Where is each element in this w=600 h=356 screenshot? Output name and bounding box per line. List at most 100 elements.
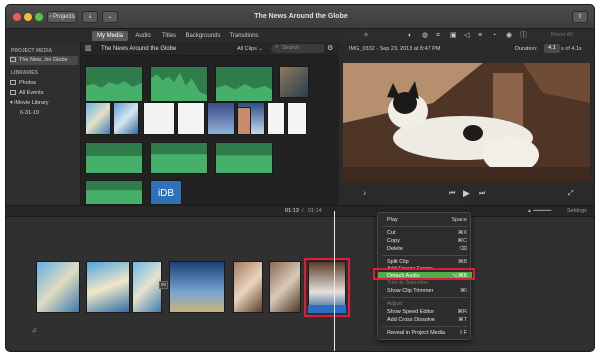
waveform [86, 190, 142, 204]
menu-item-cut[interactable]: Cut ⌘X [378, 229, 472, 237]
share-icon: ⇧ [577, 14, 583, 20]
skip-forward-icon[interactable]: ⏭ [479, 190, 485, 198]
zoom-window-button[interactable] [35, 13, 43, 21]
timeline-clip[interactable] [169, 261, 225, 313]
menu-separator [382, 255, 468, 256]
sidebar-toggle-icon[interactable]: ▥ [85, 45, 92, 53]
menu-item-show-speed-editor[interactable]: Show Speed Editor ⌘R [378, 308, 472, 316]
share-menu-button[interactable]: ⌄ [102, 11, 118, 23]
tab-titles[interactable]: Titles [158, 31, 180, 41]
audio-clip[interactable] [215, 142, 273, 174]
title-bar: ‹ Projects ⇣ ⌄ The News Around the Globe… [6, 5, 594, 29]
sidebar-item-project[interactable]: The New...he Globe [10, 56, 78, 65]
video-thumbnail[interactable] [279, 66, 309, 98]
magic-wand-icon[interactable]: ✧ [363, 32, 369, 40]
color-correction-icon[interactable]: ◍ [422, 32, 428, 40]
import-icon: ⇣ [87, 14, 93, 20]
menu-separator [382, 326, 468, 327]
annotation-highlight-box [373, 268, 475, 280]
clip-filter-select[interactable]: All Clips ⌄ [237, 46, 263, 52]
menu-separator [382, 226, 468, 227]
browser-title: The News Around the Globe [101, 46, 177, 52]
microphone-icon[interactable]: ♪ [363, 190, 367, 198]
clip-info-bar: IMG_0332 - Sep 23, 2013 at 8:47 PM Durat… [339, 42, 594, 56]
annotation-highlight-box [304, 258, 350, 317]
waveform [151, 154, 207, 173]
media-tabs: My Media Audio Titles Backgrounds Transi… [86, 29, 336, 42]
menu-item-delete[interactable]: Delete ⌫ [378, 245, 472, 253]
audio-clip[interactable] [150, 66, 208, 102]
image-thumbnail[interactable] [207, 102, 235, 135]
audio-clip[interactable] [215, 66, 273, 102]
projects-button[interactable]: ‹ Projects [47, 11, 77, 23]
waveform [216, 84, 272, 101]
equalizer-icon[interactable]: ≡ [478, 32, 482, 40]
image-thumbnail[interactable] [143, 102, 175, 135]
photo-thumbnail[interactable] [237, 107, 251, 135]
speed-icon[interactable]: ◔ [492, 32, 496, 40]
dog-frame [343, 63, 590, 181]
menu-item-play[interactable]: Play Space [378, 216, 472, 224]
window-title: The News Around the Globe [254, 13, 348, 20]
document-thumbnail[interactable] [287, 102, 307, 135]
audio-clip[interactable] [85, 180, 143, 205]
menu-item-copy[interactable]: Copy ⌘C [378, 237, 472, 245]
tab-my-media[interactable]: My Media [92, 31, 128, 41]
crop-icon[interactable]: ⌗ [436, 32, 440, 40]
info-icon[interactable]: ⓘ [520, 32, 527, 40]
timeline-settings-button[interactable]: Settings [567, 208, 587, 214]
timeline-clip[interactable] [269, 261, 301, 313]
image-thumbnail[interactable] [85, 102, 111, 135]
reset-all-button[interactable]: Reset All [551, 32, 573, 38]
browser-header: ▥ The News Around the Globe All Clips ⌄ … [81, 42, 339, 56]
timeline-clip[interactable] [36, 261, 80, 313]
sidebar-item-imovie-library[interactable]: ▾ iMovie Library [10, 99, 78, 108]
video-viewer[interactable] [343, 63, 590, 181]
timeline-clip[interactable] [86, 261, 130, 313]
share-button[interactable]: ⇧ [572, 11, 588, 23]
tab-backgrounds[interactable]: Backgrounds [183, 31, 223, 41]
audio-track-icon: ♫ [32, 328, 37, 334]
menu-item-trim-to-selection[interactable]: Trim to Selection [378, 279, 472, 287]
duration-total: s of 4.1s [561, 46, 582, 52]
media-browser: iDB [81, 56, 339, 205]
search-field[interactable]: ⌕ Search [271, 44, 325, 53]
minimize-window-button[interactable] [24, 13, 32, 21]
tab-audio[interactable]: Audio [131, 31, 155, 41]
sidebar-item-photos[interactable]: Photos [10, 79, 78, 88]
volume-icon[interactable]: ◁ [464, 32, 469, 40]
sidebar-item-all-events[interactable]: All Events [10, 89, 78, 98]
menu-item-reveal-in-project-media[interactable]: Reveal in Project Media ⇧F [378, 329, 472, 337]
color-balance-icon[interactable]: ◐ [408, 32, 412, 40]
import-media-button[interactable]: ⇣ [82, 11, 98, 23]
audio-clip[interactable] [85, 66, 143, 102]
project-media-header: PROJECT MEDIA [11, 48, 53, 54]
duration-field[interactable]: 4.1 [544, 44, 560, 53]
filter-icon[interactable]: ◉ [506, 32, 512, 40]
tab-transitions[interactable]: Transitions [226, 31, 262, 41]
menu-item-adjust[interactable]: Adjust [378, 300, 472, 308]
sidebar-item-event[interactable]: 6-31-19 [20, 109, 88, 118]
image-thumbnail[interactable] [113, 102, 139, 135]
menu-separator [382, 297, 468, 298]
menu-item-add-cross-dissolve[interactable]: Add Cross Dissolve ⌘T [378, 316, 472, 324]
gear-icon[interactable]: ⚙ [327, 45, 333, 53]
zoom-slider[interactable]: ▲ ━━━━━━ [527, 208, 551, 214]
menu-item-show-clip-trimmer[interactable]: Show Clip Trimmer ⌘\ [378, 287, 472, 295]
search-icon: ⌕ [275, 44, 279, 50]
adjustments-bar: ✧ ◐ ◍ ⌗ ▣ ◁ ≡ ◔ ◉ ⓘ Reset All [339, 29, 594, 42]
document-thumbnail[interactable] [267, 102, 285, 135]
close-window-button[interactable] [13, 13, 21, 21]
fullscreen-icon[interactable]: ⤢ [568, 190, 574, 198]
audio-clip[interactable] [150, 142, 208, 174]
audio-clip[interactable] [85, 142, 143, 174]
image-thumbnail[interactable] [177, 102, 205, 135]
play-icon[interactable]: ▶ [463, 189, 470, 198]
timeline-clip[interactable] [132, 261, 162, 313]
idb-thumbnail[interactable]: iDB [150, 180, 182, 205]
skip-back-icon[interactable]: ⏮ [449, 190, 455, 198]
transition-icon[interactable]: ⋈ [159, 281, 168, 289]
stabilization-icon[interactable]: ▣ [450, 32, 457, 40]
timeline-clip[interactable] [233, 261, 263, 313]
playhead[interactable] [334, 211, 335, 351]
